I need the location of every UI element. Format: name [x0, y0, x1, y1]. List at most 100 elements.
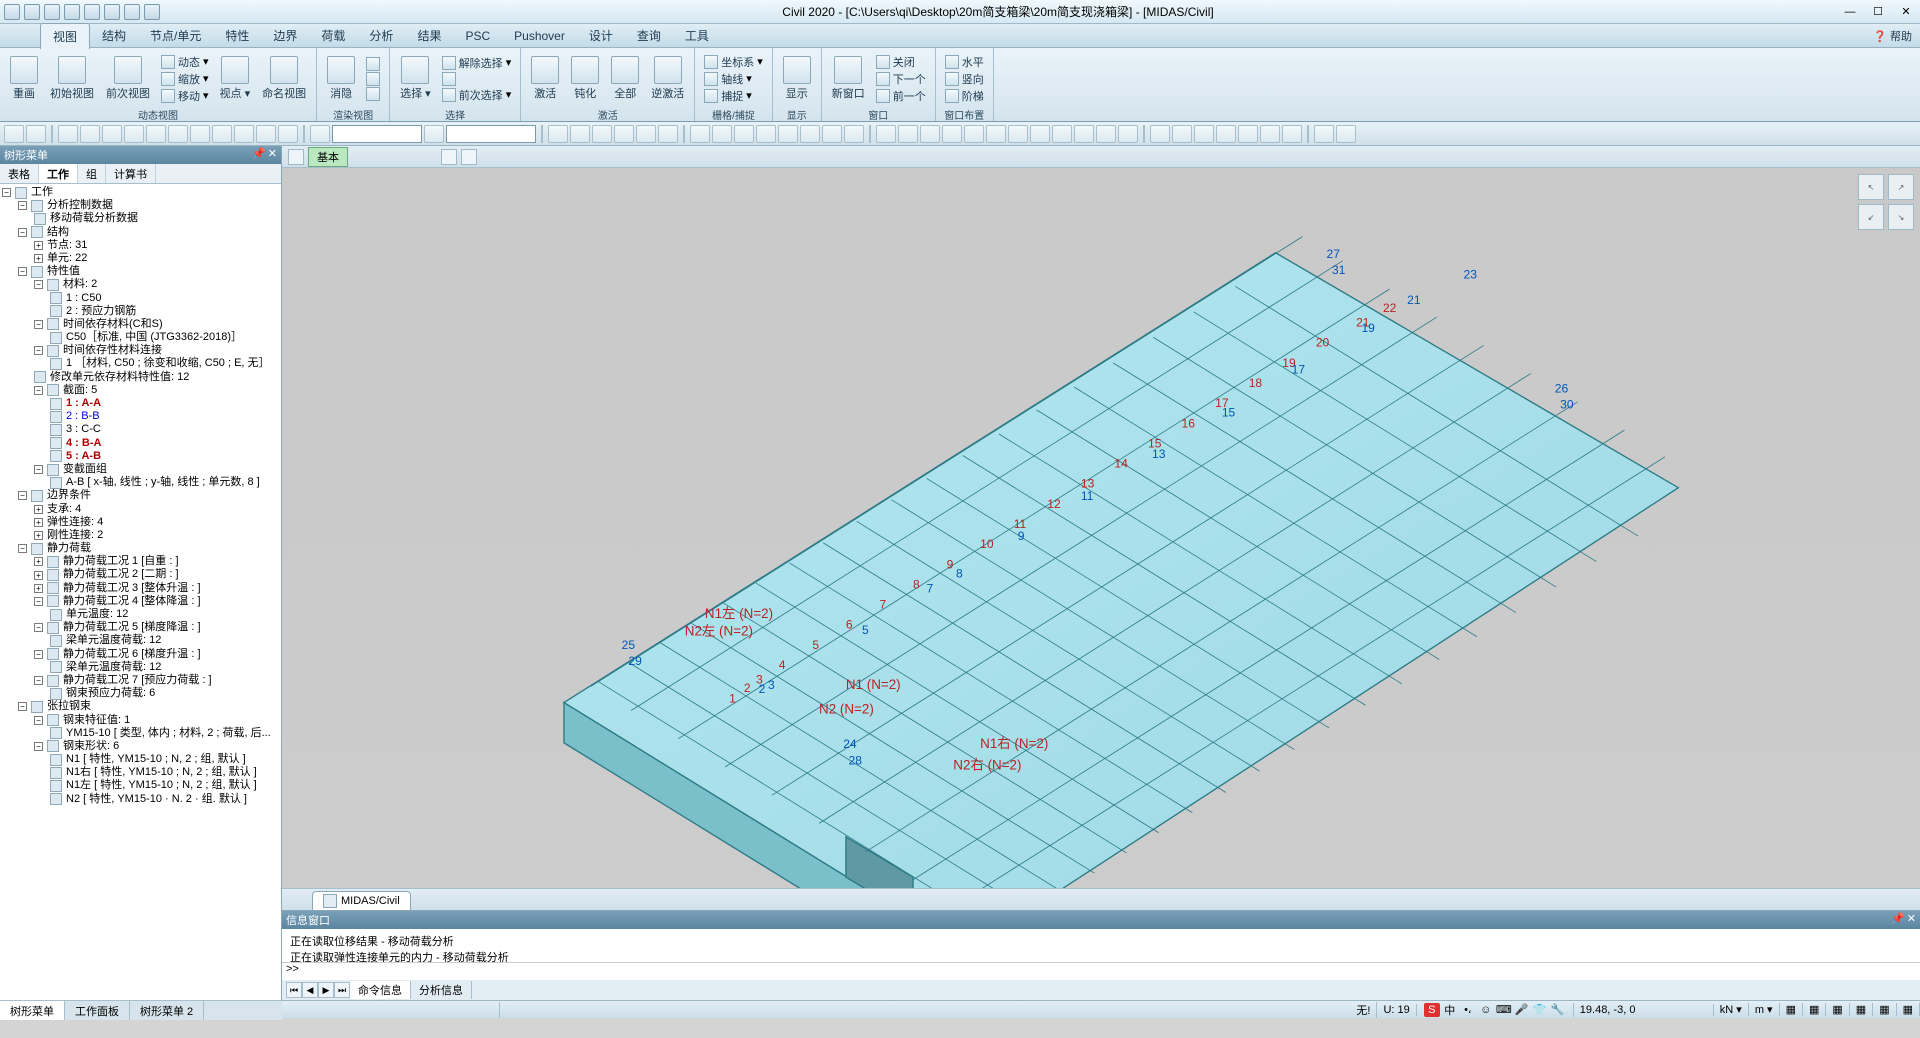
tree-node[interactable]: +弹性连接: 4: [2, 516, 279, 529]
ime-smile-icon[interactable]: ☺: [1478, 1003, 1494, 1017]
tool-icon[interactable]: [26, 125, 46, 143]
tree-node[interactable]: 梁单元温度荷载: 12: [2, 634, 279, 647]
hidden-button[interactable]: 消隐: [323, 54, 359, 103]
cs-button[interactable]: 坐标系 ▾: [701, 54, 766, 70]
tool-icon[interactable]: [712, 125, 732, 143]
tab-pushover[interactable]: Pushover: [502, 25, 577, 47]
tree-node[interactable]: +静力荷载工况 1 [自重 : ]: [2, 555, 279, 568]
tree-node[interactable]: −时间依存材料(C和S): [2, 318, 279, 331]
active-all-button[interactable]: 全部: [607, 54, 643, 103]
cube-face[interactable]: ↙: [1858, 204, 1884, 230]
status-indicator[interactable]: ▦: [1826, 1003, 1849, 1016]
redraw-button[interactable]: 重画: [6, 54, 42, 103]
tool-icon[interactable]: [1282, 125, 1302, 143]
viewpoint-button[interactable]: 视点 ▾: [216, 54, 255, 103]
tree-node[interactable]: −静力荷载工况 6 [梯度升温 : ]: [2, 648, 279, 661]
tool-icon[interactable]: [636, 125, 656, 143]
subtab-work[interactable]: 工作: [39, 164, 78, 183]
tool-icon[interactable]: [844, 125, 864, 143]
tool-icon[interactable]: [80, 125, 100, 143]
tool-icon[interactable]: [124, 125, 144, 143]
tool-icon[interactable]: [876, 125, 896, 143]
maximize-icon[interactable]: ☐: [1864, 3, 1892, 21]
tree-node[interactable]: 3 : C-C: [2, 423, 279, 436]
tree-node[interactable]: 2 : 预应力钢筋: [2, 305, 279, 318]
msg-tab-command[interactable]: 命令信息: [350, 981, 411, 999]
ime-tool-icon[interactable]: 🔧: [1550, 1003, 1566, 1017]
tree-node[interactable]: 4 : B-A: [2, 437, 279, 450]
bottom-tab-tree2[interactable]: 树形菜单 2: [130, 1001, 204, 1020]
view-cube[interactable]: ↖ ↗ ↙ ↘: [1858, 174, 1914, 230]
tree-node[interactable]: +静力荷载工况 3 [整体升温 : ]: [2, 582, 279, 595]
display-button[interactable]: 显示: [779, 54, 815, 103]
select-row2[interactable]: [439, 72, 515, 86]
prev-window-button[interactable]: 前一个: [873, 88, 929, 104]
tree-node[interactable]: −时间依存性材料连接: [2, 344, 279, 357]
cube-face[interactable]: ↘: [1888, 204, 1914, 230]
tool-icon[interactable]: [310, 125, 330, 143]
tree-node[interactable]: 5 : A-B: [2, 450, 279, 463]
tool-icon[interactable]: [658, 125, 678, 143]
tree-node[interactable]: −边界条件: [2, 489, 279, 502]
ime-punct-icon[interactable]: •،: [1460, 1003, 1476, 1017]
tool-icon[interactable]: [1172, 125, 1192, 143]
help-button[interactable]: ❓ 帮助: [1873, 28, 1920, 44]
tool-icon[interactable]: [1074, 125, 1094, 143]
tab-boundary[interactable]: 边界: [261, 23, 309, 48]
tool-icon[interactable]: [256, 125, 276, 143]
tab-node-elem[interactable]: 节点/单元: [138, 23, 213, 48]
viewport-tool-icon[interactable]: [461, 149, 477, 165]
tab-psc[interactable]: PSC: [453, 25, 502, 47]
tool-icon[interactable]: [146, 125, 166, 143]
tree-view[interactable]: −工作 −分析控制数据 移动荷载分析数据 −结构 +节点: 31 +单元: 22…: [0, 184, 281, 1000]
close-icon[interactable]: ✕: [1892, 3, 1920, 21]
named-view-button[interactable]: 命名视图: [258, 54, 310, 103]
msg-nav-prev-icon[interactable]: ◀: [302, 982, 318, 998]
layout-horiz-button[interactable]: 水平: [942, 54, 987, 70]
tree-node[interactable]: −截面: 5: [2, 384, 279, 397]
status-indicator[interactable]: ▦: [1850, 1003, 1873, 1016]
tree-node[interactable]: −材料: 2: [2, 278, 279, 291]
open-icon[interactable]: [44, 4, 60, 20]
save-icon[interactable]: [64, 4, 80, 20]
tool-icon[interactable]: [168, 125, 188, 143]
new-icon[interactable]: [24, 4, 40, 20]
panel-close-icon[interactable]: ✕: [268, 147, 277, 163]
viewport-tool-icon[interactable]: [441, 149, 457, 165]
tool-icon[interactable]: [234, 125, 254, 143]
tree-node[interactable]: −静力荷载工况 7 [预应力荷载 : ]: [2, 674, 279, 687]
tree-node[interactable]: 单元温度: 12: [2, 608, 279, 621]
tree-node[interactable]: −静力荷载工况 5 [梯度降温 : ]: [2, 621, 279, 634]
message-log[interactable]: 正在读取位移结果 - 移动荷载分析 正在读取弹性连接单元的内力 - 移动荷载分析…: [282, 929, 1920, 962]
tool-icon[interactable]: [920, 125, 940, 143]
ime-s-icon[interactable]: S: [1424, 1003, 1440, 1017]
layout-cascade-button[interactable]: 阶梯: [942, 88, 987, 104]
bottom-tab-workpanel[interactable]: 工作面板: [65, 1001, 130, 1020]
msg-nav-next-icon[interactable]: ▶: [318, 982, 334, 998]
tool-icon[interactable]: [756, 125, 776, 143]
tool-icon[interactable]: [424, 125, 444, 143]
tool-icon[interactable]: [58, 125, 78, 143]
select-dropdown[interactable]: [446, 125, 536, 143]
select-dropdown[interactable]: [332, 125, 422, 143]
bottom-tab-tree[interactable]: 树形菜单: [0, 1001, 65, 1020]
tab-design[interactable]: 设计: [577, 23, 625, 48]
msg-nav-first-icon[interactable]: ⏮: [286, 982, 302, 998]
prev-view-button[interactable]: 前次视图: [102, 54, 154, 103]
invert-active-button[interactable]: 逆激活: [647, 54, 688, 103]
prev-select-button[interactable]: 前次选择 ▾: [439, 87, 515, 103]
pin-icon[interactable]: 📌: [1891, 912, 1905, 928]
minimize-icon[interactable]: —: [1836, 3, 1864, 21]
tool-icon[interactable]: [1216, 125, 1236, 143]
tool-icon[interactable]: [734, 125, 754, 143]
tool-icon[interactable]: [592, 125, 612, 143]
tree-node[interactable]: 梁单元温度荷载: 12: [2, 661, 279, 674]
tree-node[interactable]: 1 : C50: [2, 292, 279, 305]
qat-more-icon[interactable]: [144, 4, 160, 20]
move-button[interactable]: 移动 ▾: [158, 88, 212, 104]
tree-node[interactable]: 1 : A-A: [2, 397, 279, 410]
status-indicator[interactable]: ▦: [1897, 1003, 1920, 1016]
tree-node[interactable]: −工作: [2, 186, 279, 199]
active-button[interactable]: 激活: [527, 54, 563, 103]
command-input[interactable]: >>: [282, 962, 1920, 980]
